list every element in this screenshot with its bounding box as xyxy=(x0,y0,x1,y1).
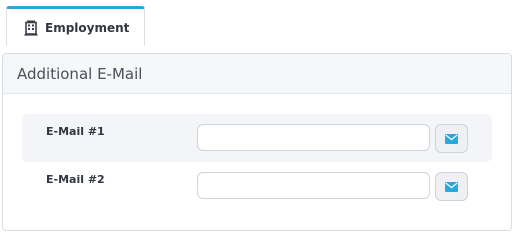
tab-employment[interactable]: Employment xyxy=(6,6,145,46)
additional-email-panel: Additional E-Mail E-Mail #1 E-Mail #2 xyxy=(2,53,512,231)
email-1-input[interactable] xyxy=(197,124,430,151)
email-1-label: E-Mail #1 xyxy=(46,125,105,138)
email-2-send-button[interactable] xyxy=(435,172,468,201)
panel-header: Additional E-Mail xyxy=(3,54,511,94)
email-row-1: E-Mail #1 xyxy=(22,114,492,162)
email-2-label: E-Mail #2 xyxy=(46,173,105,186)
email-1-send-button[interactable] xyxy=(435,124,468,153)
tab-label: Employment xyxy=(45,20,130,35)
tab-bar: Employment xyxy=(0,0,524,46)
email-row-2: E-Mail #2 xyxy=(22,162,492,210)
email-2-input[interactable] xyxy=(197,172,430,199)
building-icon xyxy=(24,20,38,36)
mail-icon xyxy=(445,181,458,192)
panel-title: Additional E-Mail xyxy=(17,64,143,83)
mail-icon xyxy=(445,133,458,144)
